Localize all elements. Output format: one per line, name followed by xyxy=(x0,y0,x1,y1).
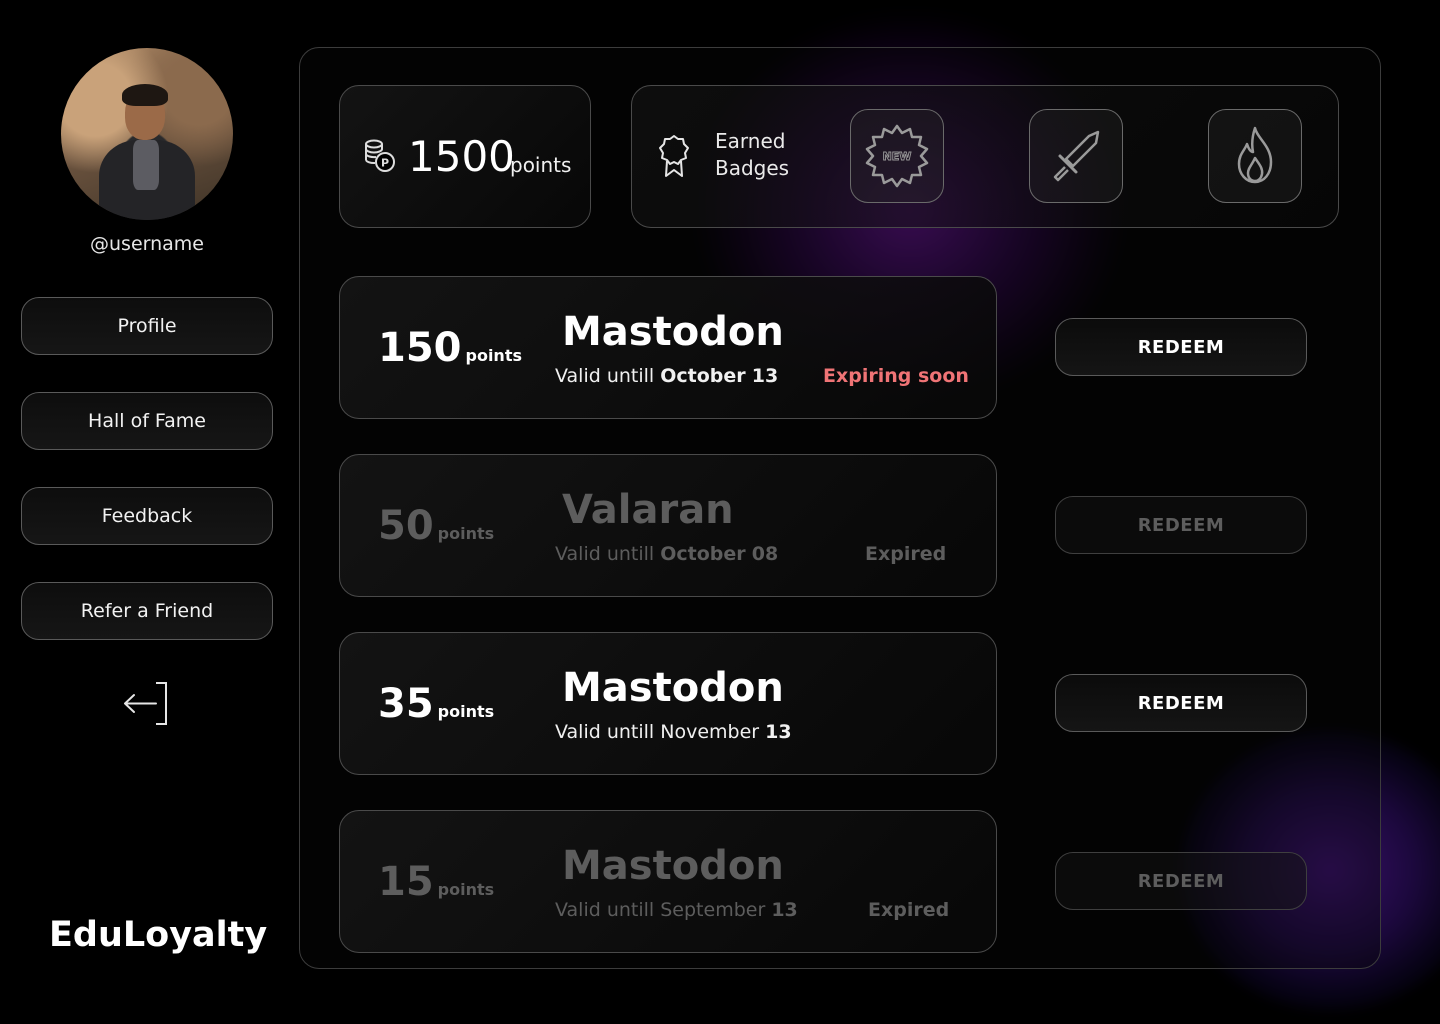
coins-icon: P xyxy=(365,139,395,172)
points-unit: points xyxy=(510,153,572,177)
offer-validity: Valid untill October 13 xyxy=(555,365,779,387)
redeem-button[interactable]: REDEEM xyxy=(1055,852,1307,910)
offer-points: 150 points xyxy=(378,325,522,371)
logout-icon[interactable] xyxy=(120,680,172,728)
flame-icon xyxy=(1237,126,1273,184)
username: @username xyxy=(90,233,204,255)
offer-points-unit: points xyxy=(437,880,495,899)
redeem-button[interactable]: REDEEM xyxy=(1055,496,1307,554)
points-value: 1500 xyxy=(408,132,515,181)
offer-points-unit: points xyxy=(437,702,495,721)
offer-card: 150 points Mastodon Valid untill October … xyxy=(339,276,997,419)
offer-status: Expiring soon xyxy=(823,365,969,387)
offer-status: Expired xyxy=(868,899,950,921)
offer-points-unit: points xyxy=(437,524,495,543)
profile-button[interactable]: Profile xyxy=(21,297,273,355)
offer-title: Mastodon xyxy=(562,665,784,711)
new-badge[interactable]: NEW xyxy=(850,109,944,203)
award-ribbon-icon xyxy=(659,135,689,177)
offer-points: 50 points xyxy=(378,503,495,549)
offer-title: Mastodon xyxy=(562,309,784,355)
offer-status: Expired xyxy=(865,543,947,565)
brand-logo: EduLoyalty xyxy=(49,915,268,955)
svg-text:NEW: NEW xyxy=(883,150,912,163)
offer-points: 15 points xyxy=(378,859,495,905)
earned-badges-card: Earned Badges NEW xyxy=(631,85,1339,228)
offer-validity: Valid untill November 13 xyxy=(555,721,792,743)
offer-card: 35 points Mastodon Valid untill November … xyxy=(339,632,997,775)
offer-card: 15 points Mastodon Valid untill September… xyxy=(339,810,997,953)
refer-a-friend-button[interactable]: Refer a Friend xyxy=(21,582,273,640)
redeem-button[interactable]: REDEEM xyxy=(1055,674,1307,732)
redeem-button[interactable]: REDEEM xyxy=(1055,318,1307,376)
sword-badge[interactable] xyxy=(1029,109,1123,203)
offer-title: Valaran xyxy=(562,487,734,533)
offer-points: 35 points xyxy=(378,681,495,727)
hall-of-fame-button[interactable]: Hall of Fame xyxy=(21,392,273,450)
offer-points-unit: points xyxy=(465,346,523,365)
offer-validity: Valid untill September 13 xyxy=(555,899,798,921)
new-badge-icon: NEW xyxy=(865,124,929,188)
earned-badges-label: Earned Badges xyxy=(715,129,790,180)
svg-text:P: P xyxy=(381,157,389,170)
offer-validity: Valid untill October 08 xyxy=(555,543,779,565)
avatar[interactable] xyxy=(61,48,233,220)
sword-icon xyxy=(1053,130,1100,182)
flame-badge[interactable] xyxy=(1208,109,1302,203)
points-summary-card: P 1500 points xyxy=(339,85,591,228)
feedback-button[interactable]: Feedback xyxy=(21,487,273,545)
offer-title: Mastodon xyxy=(562,843,784,889)
offer-card: 50 points Valaran Valid untill October 08… xyxy=(339,454,997,597)
